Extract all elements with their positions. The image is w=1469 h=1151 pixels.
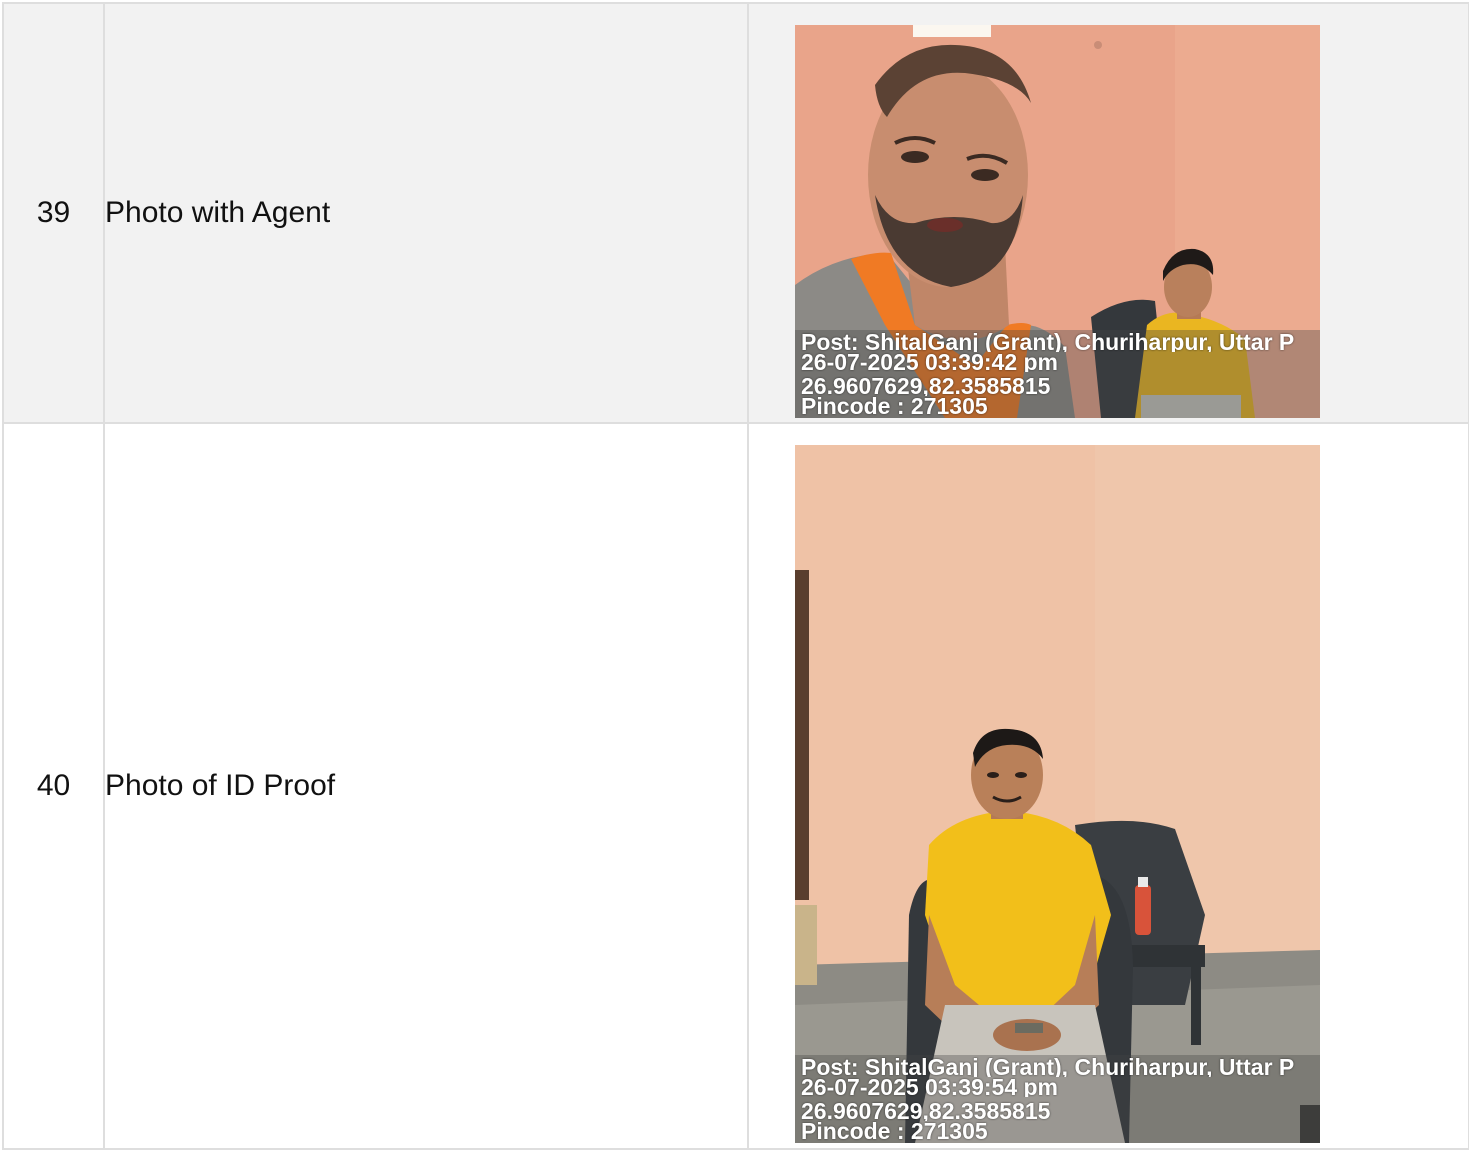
photo-geotag-stamp: Post: ShitalGanj (Grant), Churiharpur, U…	[795, 1055, 1320, 1143]
photo-of-id-proof-illustration	[795, 445, 1320, 1143]
stamp-pincode-text: Pincode : 271305	[801, 395, 988, 416]
stamp-post-text: Post: ShitalGanj (Grant), Churiharpur, U…	[801, 1057, 1295, 1077]
stamp-datetime-text: 26-07-2025 03:39:42 pm	[801, 351, 1058, 372]
row-number: 39	[2, 2, 105, 424]
row-label: Photo with Agent	[103, 2, 749, 424]
stamp-coordinates-text: 26.9607629,82.3585815	[801, 375, 1051, 396]
row-number: 40	[2, 422, 105, 1150]
row-label: Photo of ID Proof	[103, 422, 749, 1150]
photo-evidence-table: 39 Photo with Agent Post: ShitalGanj (Gr…	[2, 2, 1469, 1150]
photo-of-id-proof-image[interactable]: Post: ShitalGanj (Grant), Churiharpur, U…	[795, 445, 1320, 1143]
stamp-datetime-text: 26-07-2025 03:39:54 pm	[801, 1077, 1058, 1097]
photo-cell: Post: ShitalGanj (Grant), Churiharpur, U…	[747, 2, 1469, 424]
table-row: 39 Photo with Agent Post: ShitalGanj (Gr…	[2, 2, 1469, 424]
photo-with-agent-image[interactable]: Post: ShitalGanj (Grant), Churiharpur, U…	[795, 24, 1320, 418]
photo-geotag-stamp: Post: ShitalGanj (Grant), Churiharpur, U…	[795, 329, 1320, 418]
stamp-pincode-text: Pincode : 271305	[801, 1121, 988, 1141]
stamp-post-text: Post: ShitalGanj (Grant), Churiharpur, U…	[801, 331, 1295, 352]
stamp-coordinates-text: 26.9607629,82.3585815	[801, 1101, 1051, 1121]
table-row: 40 Photo of ID Proof Post: ShitalGanj (G…	[2, 422, 1469, 1150]
photo-cell: Post: ShitalGanj (Grant), Churiharpur, U…	[747, 422, 1469, 1150]
